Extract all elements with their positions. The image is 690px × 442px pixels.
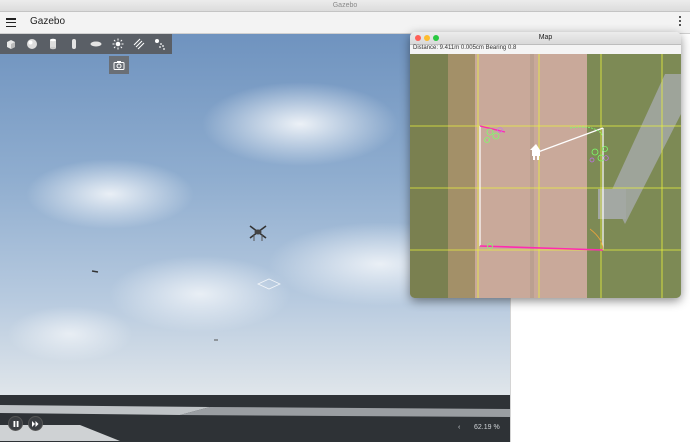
cylinder-icon[interactable] (46, 37, 60, 51)
drone-main (249, 225, 267, 241)
box-icon[interactable] (4, 37, 18, 51)
map-window[interactable]: Map Distance: 9.411m 0.005cm Bearing 0.8 (410, 32, 681, 298)
drone-far-left (91, 270, 99, 273)
minimize-icon[interactable] (424, 35, 430, 41)
rtf-collapse-icon[interactable]: ‹ (458, 424, 460, 431)
close-icon[interactable] (415, 35, 421, 41)
real-time-factor: 62.19 % (474, 424, 500, 431)
capsule-icon[interactable] (67, 37, 81, 51)
zoom-icon[interactable] (433, 35, 439, 41)
map-distance-readout: Distance: 9.411m 0.005cm Bearing 0.8 (413, 45, 517, 51)
window-title-bar: Gazebo (0, 0, 690, 12)
sun-icon[interactable] (111, 37, 125, 51)
menu-icon[interactable] (6, 18, 16, 28)
map-view[interactable] (410, 54, 681, 298)
app-bar: Gazebo (0, 12, 690, 34)
target-marker (257, 278, 281, 290)
step-button[interactable] (28, 416, 43, 431)
window-title: Gazebo (332, 2, 358, 9)
pause-button[interactable] (8, 416, 23, 431)
map-title: Map (538, 34, 553, 41)
sphere-icon[interactable] (25, 37, 39, 51)
app-title: Gazebo (30, 16, 66, 27)
shapes-toolbar (0, 34, 172, 54)
spot-light-icon[interactable] (153, 37, 167, 51)
ellipsoid-icon[interactable] (89, 37, 103, 51)
camera-icon[interactable] (109, 56, 129, 74)
more-options-icon[interactable] (679, 16, 682, 28)
directional-light-icon[interactable] (132, 37, 146, 51)
